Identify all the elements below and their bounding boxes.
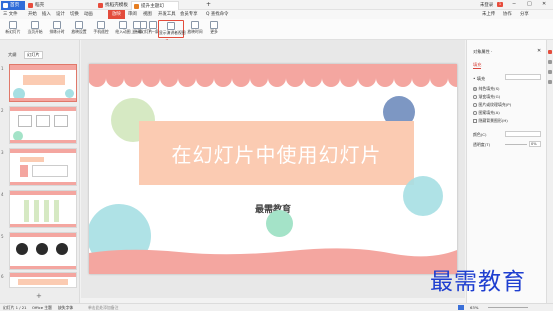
play-slideshow-icon[interactable] xyxy=(458,305,464,310)
radio-icon xyxy=(473,87,477,91)
slide-thumbnail-3[interactable] xyxy=(9,148,77,186)
slide-thumbnail-1[interactable] xyxy=(9,64,77,102)
more-button[interactable]: 更多 xyxy=(203,20,225,38)
option-picture-fill[interactable]: 图片或纹理填充(P) xyxy=(473,102,511,108)
properties-icon[interactable] xyxy=(548,50,552,54)
transparency-label: 透明度(T) xyxy=(473,142,491,147)
file-menu[interactable]: 三 文件 xyxy=(3,11,18,18)
maximize-button[interactable]: □ xyxy=(527,1,532,7)
minimize-button[interactable]: − xyxy=(512,1,516,7)
slide-counter: 幻灯片 1 / 21 xyxy=(3,305,27,310)
tool-icon[interactable] xyxy=(548,80,552,84)
menu-member[interactable]: 会员专享 xyxy=(180,11,198,18)
slides-tab[interactable]: 幻灯片 xyxy=(24,51,43,59)
rehearse-timing-button[interactable]: 排练计时 xyxy=(46,20,68,38)
docer-icon xyxy=(98,3,103,8)
panel-title: 对象属性 · xyxy=(473,49,493,54)
fill-section-header[interactable]: • 填充 xyxy=(473,76,485,82)
upload-status[interactable]: 未上传 xyxy=(482,11,495,18)
share-button[interactable]: 分享 xyxy=(520,11,529,18)
login-status[interactable]: 未登录 xyxy=(480,2,493,8)
menu-slideshow[interactable]: 放映 xyxy=(108,10,125,19)
close-button[interactable]: ✕ xyxy=(542,1,546,7)
new-slide-button[interactable]: 新幻灯片 xyxy=(2,20,24,38)
mint-circle[interactable] xyxy=(266,210,293,237)
radio-icon xyxy=(473,103,477,107)
slide-title: 在幻灯片中使用幻灯片 xyxy=(171,142,382,167)
side-toolbar xyxy=(546,40,553,303)
panel-close-icon[interactable]: ✕ xyxy=(537,48,541,54)
slideshow-settings-button[interactable]: 放映设置 xyxy=(68,20,90,38)
tab-home[interactable]: 首页 xyxy=(1,1,25,10)
option-gradient-fill[interactable]: 渐变填充(G) xyxy=(473,94,500,100)
status-bar: 幻灯片 1 / 21 Office 主题 缺失字体 单击此处添加备注 63% xyxy=(0,303,553,311)
phone-icon xyxy=(97,21,105,29)
presentation-icon xyxy=(134,4,139,9)
new-tab-button[interactable]: + xyxy=(206,1,211,8)
missing-font-button[interactable]: 缺失字体 xyxy=(58,304,73,311)
fill-tab[interactable]: 填充 xyxy=(473,62,482,69)
tool-icon[interactable] xyxy=(548,60,552,64)
checkbox-icon xyxy=(473,119,477,123)
tool-icon[interactable] xyxy=(548,70,552,74)
menu-design[interactable]: 设计 xyxy=(56,11,65,18)
command-search[interactable]: Q 查找命令 xyxy=(206,11,228,18)
fill-dropdown[interactable] xyxy=(505,74,541,80)
radio-icon xyxy=(473,95,477,99)
add-slide-button[interactable]: + xyxy=(36,292,42,300)
color-picker[interactable] xyxy=(505,131,541,137)
collaborate-button[interactable]: 协作 xyxy=(503,11,512,18)
slide-thumbnail-5[interactable] xyxy=(9,232,77,270)
menu-start[interactable]: 开始 xyxy=(28,11,37,18)
timer-icon xyxy=(53,21,61,29)
scallop-border-bottom xyxy=(89,248,457,274)
slide-thumbnail-6[interactable] xyxy=(9,272,77,288)
option-pattern-fill[interactable]: 图案填充(A) xyxy=(473,110,500,116)
clock-icon xyxy=(191,21,199,29)
title-box[interactable]: 在幻灯片中使用幻灯片 xyxy=(139,121,414,185)
transparency-slider[interactable] xyxy=(505,144,527,145)
menu-bar: 三 文件 开始 插入 设计 切换 动画 放映 审阅 视图 开发工具 会员专享 Q… xyxy=(0,10,553,19)
slide-thumbnail-2[interactable] xyxy=(9,106,77,144)
transparency-input[interactable]: 0% xyxy=(529,141,541,147)
outline-tab[interactable]: 大纲 xyxy=(8,52,16,58)
play-current-button[interactable]: 当页开始 xyxy=(24,20,46,38)
ribbon-toolbar: 新幻灯片 当页开始 排练计时 放映设置 手机遥控 绘入动图 隐藏幻灯片 上一条 … xyxy=(0,19,553,40)
tab-current-document[interactable]: 提升主题幻 xyxy=(131,1,179,10)
editing-canvas: 在幻灯片中使用幻灯片 最需教育 xyxy=(81,40,465,298)
color-label: 颜色(C) xyxy=(473,132,487,137)
docer-icon xyxy=(28,3,33,8)
current-slide[interactable]: 在幻灯片中使用幻灯片 最需教育 xyxy=(89,64,457,274)
slide-thumbnail-panel: 大纲 幻灯片 1 2 3 4 5 6 + xyxy=(0,40,80,303)
settings-icon xyxy=(75,21,83,29)
home-icon xyxy=(3,3,8,8)
scallop-border-top xyxy=(89,64,457,87)
option-hide-background[interactable]: 隐藏背景图形(H) xyxy=(473,118,508,124)
phone-remote-button[interactable]: 手机遥控 xyxy=(90,20,112,38)
new-slide-icon xyxy=(9,21,17,29)
radio-icon xyxy=(473,111,477,115)
menu-animation[interactable]: 动画 xyxy=(84,11,93,18)
notification-badge[interactable]: 1 xyxy=(497,2,503,7)
watermark-text: 最需教育 xyxy=(430,269,526,295)
zoom-slider[interactable] xyxy=(488,307,528,308)
menu-insert[interactable]: 插入 xyxy=(42,11,51,18)
slide-thumbnail-4[interactable] xyxy=(9,190,77,228)
tab-docer[interactable]: 稻壳 xyxy=(26,1,60,10)
notes-placeholder[interactable]: 单击此处添加备注 xyxy=(88,304,118,311)
theme-name: Office 主题 xyxy=(32,305,52,310)
option-solid-fill[interactable]: 纯色填充(S) xyxy=(473,86,500,92)
title-bar: 首页 稻壳 找稻壳模板 提升主题幻 + 未登录 1 − □ ✕ xyxy=(0,0,553,10)
play-icon xyxy=(31,21,39,29)
zoom-level[interactable]: 63% xyxy=(470,304,478,311)
more-icon xyxy=(210,21,218,29)
menu-transition[interactable]: 切换 xyxy=(70,11,79,18)
